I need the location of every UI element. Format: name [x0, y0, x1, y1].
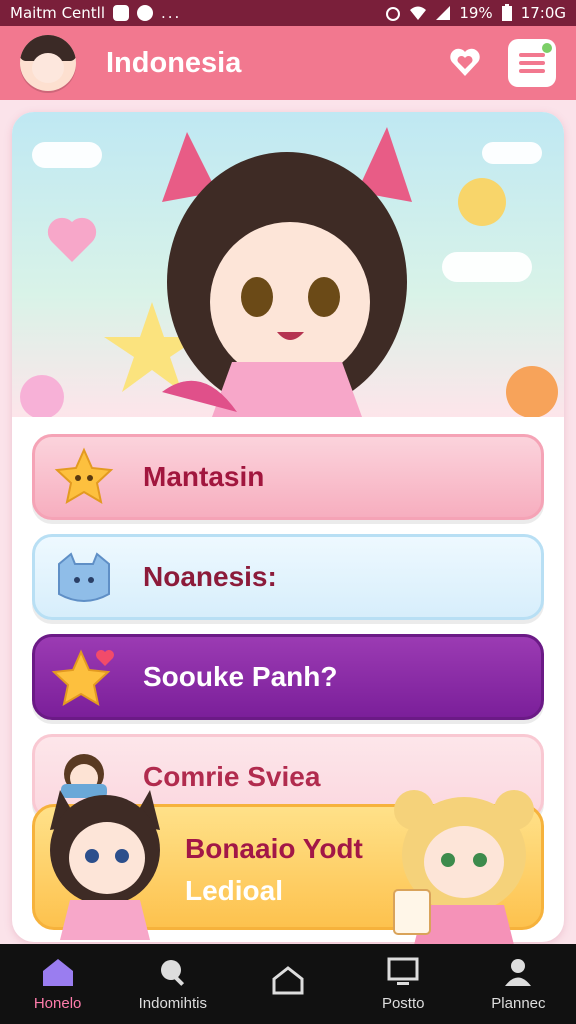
clock: 17:0G	[520, 4, 566, 22]
nav-search[interactable]: Indomihtis	[115, 944, 230, 1024]
nav-label: Indomihtis	[138, 994, 207, 1012]
favorite-button[interactable]	[446, 44, 484, 82]
bottom-nav: Honelo Indomihtis Postto Plannec	[0, 944, 576, 1024]
blonde-girl-character	[393, 790, 534, 945]
star-heart-icon	[51, 649, 114, 707]
hero-illustration	[12, 112, 564, 417]
featured-card-subtitle: Ledioal	[185, 875, 284, 906]
more-notifications-icon: ...	[161, 4, 182, 22]
heart-decoration-icon	[47, 217, 97, 262]
blue-cat-icon	[58, 552, 110, 602]
star-decoration-icon	[458, 178, 506, 226]
star-face-icon	[54, 447, 114, 505]
page-title: Indonesia	[106, 46, 242, 79]
featured-card-title: Bonaaio Yodt	[185, 833, 363, 864]
alarm-icon	[386, 7, 401, 21]
home-icon	[42, 958, 73, 986]
nav-label: Honelo	[33, 994, 82, 1012]
nav-home[interactable]: Honelo	[0, 944, 115, 1024]
messenger-icon	[137, 5, 153, 21]
option-button-3[interactable]: Soouke Panh?	[32, 634, 544, 720]
camera-icon	[113, 5, 129, 21]
carrier-label: Maitm Centll	[10, 4, 105, 22]
notification-dot	[542, 43, 552, 53]
menu-button[interactable]	[508, 39, 556, 87]
option-label: Mantasin	[143, 461, 265, 492]
status-bar: Maitm Centll ... 19% 17:0G	[0, 0, 576, 26]
person-icon	[505, 958, 532, 986]
wifi-icon	[410, 6, 427, 20]
nav-profile[interactable]: Plannec	[461, 944, 576, 1024]
option-button-2[interactable]: Noanesis:	[32, 534, 544, 620]
menu-icon	[519, 53, 545, 73]
battery-icon	[501, 4, 512, 21]
screen-icon	[387, 957, 419, 985]
option-label: Soouke Panh?	[143, 661, 338, 692]
search-icon	[160, 959, 184, 986]
avatar[interactable]	[20, 35, 76, 91]
battery-percent: 19%	[459, 4, 493, 22]
house-outline-icon	[272, 966, 304, 995]
heart-icon	[450, 48, 480, 76]
app-bar: Indonesia	[0, 26, 576, 100]
nav-posts[interactable]: Postto	[346, 944, 461, 1024]
nav-label: Postto	[381, 994, 425, 1012]
nav-label: Plannec	[491, 994, 546, 1012]
option-label: Noanesis:	[143, 561, 277, 592]
signal-icon	[436, 6, 451, 20]
nav-house[interactable]	[230, 944, 345, 1024]
cat-girl-character	[50, 790, 160, 940]
option-button-1[interactable]: Mantasin	[32, 434, 544, 520]
